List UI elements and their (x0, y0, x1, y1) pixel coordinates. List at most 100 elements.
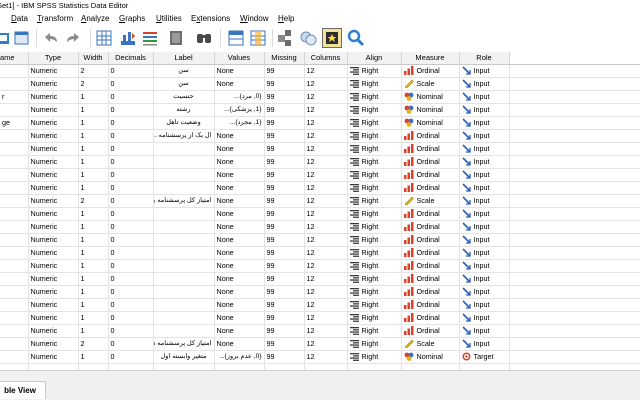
cell-values[interactable]: None (214, 272, 265, 286)
cell-values[interactable]: {0, عدم بروز}... (214, 350, 265, 364)
cell-role[interactable]: Input (459, 168, 510, 182)
cell-type[interactable]: Numeric (28, 298, 79, 312)
cell-align[interactable]: Right (347, 207, 402, 221)
cell-values[interactable] (214, 363, 265, 370)
cell-columns[interactable]: 12 (304, 207, 348, 221)
cell-columns[interactable] (304, 363, 348, 370)
cell-decimals[interactable]: 0 (108, 259, 154, 273)
cell-align[interactable]: Right (347, 116, 402, 130)
cell-columns[interactable]: 12 (304, 129, 348, 143)
cell-role[interactable]: Input (459, 285, 510, 299)
cell-measure[interactable]: Ordinal (401, 155, 460, 169)
cell-width[interactable]: 1 (78, 207, 109, 221)
cell-values[interactable]: None (214, 181, 265, 195)
cell-measure[interactable]: Ordinal (401, 246, 460, 260)
cell-missing[interactable]: 99 (264, 246, 305, 260)
cell-missing[interactable]: 99 (264, 259, 305, 273)
cell-role[interactable]: Input (459, 90, 510, 104)
cell-columns[interactable]: 12 (304, 324, 348, 338)
cell-measure[interactable]: Ordinal (401, 311, 460, 325)
cell-width[interactable]: 2 (78, 64, 109, 78)
cell-align[interactable]: Right (347, 298, 402, 312)
menu-item-help[interactable]: Help (278, 12, 294, 26)
search-icon[interactable] (346, 28, 366, 48)
header-col-label[interactable]: Label (153, 52, 215, 65)
cell-values[interactable]: None (214, 220, 265, 234)
cell-type[interactable]: Numeric (28, 272, 79, 286)
cell-name[interactable] (0, 285, 29, 299)
cell-name[interactable] (0, 246, 29, 260)
cell-role[interactable]: Input (459, 298, 510, 312)
cell-type[interactable]: Numeric (28, 324, 79, 338)
cell-columns[interactable]: 12 (304, 285, 348, 299)
menu-item-graphs[interactable]: Graphs (119, 12, 145, 26)
cell-label[interactable]: ال یک از پرسشنامه ... (153, 129, 215, 143)
cell-measure[interactable]: Scale (401, 337, 460, 351)
cell-values[interactable]: {1, مجرد}... (214, 116, 265, 130)
header-col-measure[interactable]: Measure (401, 52, 460, 65)
cell-columns[interactable]: 12 (304, 77, 348, 91)
cell-role[interactable]: Input (459, 116, 510, 130)
cell-name[interactable] (0, 324, 29, 338)
cell-role[interactable]: Input (459, 181, 510, 195)
menu-item-transform[interactable]: Transform (37, 12, 73, 26)
cell-missing[interactable]: 99 (264, 181, 305, 195)
cell-align[interactable]: Right (347, 181, 402, 195)
cell-label[interactable] (153, 181, 215, 195)
cell-label[interactable] (153, 246, 215, 260)
cell-label[interactable] (153, 142, 215, 156)
cell-missing[interactable]: 99 (264, 155, 305, 169)
cell-name[interactable] (0, 298, 29, 312)
cell-missing[interactable]: 99 (264, 64, 305, 78)
insert-cases-icon[interactable] (166, 28, 186, 48)
cell-align[interactable]: Right (347, 168, 402, 182)
cell-align[interactable]: Right (347, 259, 402, 273)
cell-type[interactable]: Numeric (28, 311, 79, 325)
cell-role[interactable]: Input (459, 220, 510, 234)
cell-measure[interactable]: Ordinal (401, 168, 460, 182)
cell-columns[interactable]: 12 (304, 90, 348, 104)
cell-decimals[interactable]: 0 (108, 116, 154, 130)
menu-item-data[interactable]: Data (11, 12, 28, 26)
cell-label[interactable]: متغیر وابسته اول (153, 350, 215, 364)
cell-role[interactable]: Target (459, 350, 510, 364)
cell-values[interactable]: None (214, 194, 265, 208)
cell-align[interactable]: Right (347, 311, 402, 325)
cell-decimals[interactable]: 0 (108, 272, 154, 286)
cell-missing[interactable]: 99 (264, 272, 305, 286)
cell-role[interactable] (459, 363, 510, 370)
cell-role[interactable]: Input (459, 259, 510, 273)
cell-missing[interactable]: 99 (264, 337, 305, 351)
cell-align[interactable]: Right (347, 142, 402, 156)
cell-type[interactable]: Numeric (28, 77, 79, 91)
cell-label[interactable]: رشته (153, 103, 215, 117)
cell-values[interactable]: None (214, 142, 265, 156)
cell-width[interactable]: 1 (78, 142, 109, 156)
cell-role[interactable]: Input (459, 142, 510, 156)
cell-type[interactable]: Numeric (28, 337, 79, 351)
cell-type[interactable]: Numeric (28, 194, 79, 208)
cell-label[interactable]: جنسیت (153, 90, 215, 104)
cell-columns[interactable]: 12 (304, 246, 348, 260)
cell-align[interactable]: Right (347, 220, 402, 234)
cell-name[interactable] (0, 103, 29, 117)
cell-align[interactable]: Right (347, 155, 402, 169)
cell-width[interactable]: 1 (78, 233, 109, 247)
cell-type[interactable]: Numeric (28, 168, 79, 182)
cell-columns[interactable]: 12 (304, 272, 348, 286)
cell-decimals[interactable]: 0 (108, 233, 154, 247)
cell-name[interactable] (0, 181, 29, 195)
cell-decimals[interactable]: 0 (108, 337, 154, 351)
cell-type[interactable]: Numeric (28, 181, 79, 195)
cell-columns[interactable]: 12 (304, 103, 348, 117)
value-labels-icon[interactable] (322, 28, 342, 48)
cell-decimals[interactable]: 0 (108, 142, 154, 156)
cell-columns[interactable]: 12 (304, 142, 348, 156)
cell-label[interactable] (153, 311, 215, 325)
weight-cases-icon[interactable] (276, 28, 296, 48)
cell-name[interactable] (0, 168, 29, 182)
cell-values[interactable]: None (214, 298, 265, 312)
menu-item-window[interactable]: Window (240, 12, 268, 26)
cell-align[interactable]: Right (347, 194, 402, 208)
cell-missing[interactable] (264, 363, 305, 370)
